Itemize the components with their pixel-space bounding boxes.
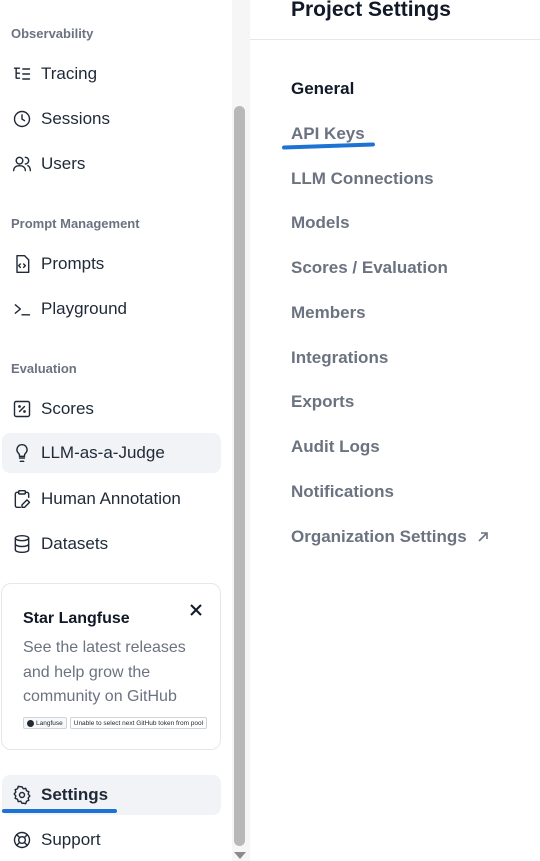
page-title: Project Settings bbox=[291, 0, 451, 21]
settings-nav-models[interactable]: Models bbox=[291, 213, 350, 233]
sidebar-item-label: Playground bbox=[41, 299, 128, 318]
sidebar-item-tracing[interactable]: Tracing bbox=[2, 54, 221, 94]
tracing-icon bbox=[11, 63, 33, 85]
terminal-icon bbox=[11, 298, 33, 320]
sidebar-item-label: Sessions bbox=[41, 109, 110, 128]
sidebar-item-human-annotation[interactable]: Human Annotation bbox=[2, 479, 221, 519]
scrollbar-thumb[interactable] bbox=[234, 106, 245, 846]
section-title-prompt-management: Prompt Management bbox=[11, 216, 140, 231]
clock-icon bbox=[11, 108, 33, 130]
star-card-description: See the latest releases and help grow th… bbox=[23, 639, 186, 705]
github-badges[interactable]: Langfuse Unable to select next GitHub to… bbox=[23, 717, 208, 729]
sidebar-item-label: Users bbox=[41, 154, 86, 173]
sidebar-item-playground[interactable]: Playground bbox=[2, 289, 221, 329]
sidebar-item-scores[interactable]: Scores bbox=[2, 389, 221, 429]
percent-square-icon bbox=[11, 398, 33, 420]
sidebar-item-sessions[interactable]: Sessions bbox=[2, 99, 221, 139]
main-content: Project Settings General API Keys LLM Co… bbox=[250, 0, 540, 861]
settings-nav-organization-settings[interactable]: Organization Settings bbox=[291, 527, 489, 547]
settings-nav-audit-logs[interactable]: Audit Logs bbox=[291, 437, 380, 457]
sidebar-item-label: Settings bbox=[41, 785, 109, 804]
page-header: Project Settings bbox=[250, 0, 540, 40]
settings-nav-general[interactable]: General bbox=[291, 79, 354, 99]
settings-nav-integrations[interactable]: Integrations bbox=[291, 348, 388, 368]
users-icon bbox=[11, 153, 33, 175]
sidebar-item-prompts[interactable]: Prompts bbox=[2, 244, 221, 284]
section-title-evaluation: Evaluation bbox=[11, 361, 77, 376]
settings-nav-members[interactable]: Members bbox=[291, 303, 366, 323]
database-icon bbox=[11, 533, 33, 555]
settings-nav-label: Organization Settings bbox=[291, 527, 467, 546]
external-link-icon bbox=[477, 531, 489, 543]
sidebar-item-support[interactable]: Support bbox=[2, 820, 221, 860]
settings-highlight-mark bbox=[2, 809, 117, 813]
github-icon bbox=[27, 719, 34, 727]
star-card-title: Star Langfuse bbox=[23, 610, 130, 627]
gear-icon bbox=[11, 784, 33, 806]
sidebar-item-label: Tracing bbox=[41, 64, 98, 83]
github-repo-label: Langfuse bbox=[36, 719, 63, 727]
settings-nav-llm-connections[interactable]: LLM Connections bbox=[291, 169, 434, 189]
settings-nav-scores-evaluation[interactable]: Scores / Evaluation bbox=[291, 258, 448, 278]
sidebar-item-label: Scores bbox=[41, 399, 94, 418]
github-status-badge: Unable to select next GitHub token from … bbox=[69, 717, 208, 729]
sidebar: Observability Tracing Sessions Users Pro… bbox=[0, 0, 232, 861]
close-button[interactable] bbox=[186, 600, 206, 620]
sidebar-item-label: Support bbox=[41, 830, 101, 849]
scroll-down-arrow-icon[interactable] bbox=[234, 852, 246, 859]
settings-nav-api-keys[interactable]: API Keys bbox=[291, 124, 365, 144]
sidebar-item-llm-as-a-judge[interactable]: LLM-as-a-Judge bbox=[2, 433, 221, 473]
sidebar-item-label: Prompts bbox=[41, 254, 105, 273]
lifebuoy-icon bbox=[11, 829, 33, 851]
settings-nav-exports[interactable]: Exports bbox=[291, 392, 354, 412]
sidebar-item-label: Human Annotation bbox=[41, 489, 181, 508]
github-repo-badge[interactable]: Langfuse bbox=[23, 717, 67, 729]
clipboard-pen-icon bbox=[11, 488, 33, 510]
lightbulb-icon bbox=[11, 442, 33, 464]
sidebar-item-label: Datasets bbox=[41, 534, 109, 553]
settings-nav-notifications[interactable]: Notifications bbox=[291, 482, 394, 502]
file-code-icon bbox=[11, 253, 33, 275]
close-icon bbox=[190, 604, 202, 616]
sidebar-item-users[interactable]: Users bbox=[2, 144, 221, 184]
sidebar-item-label: LLM-as-a-Judge bbox=[41, 443, 165, 462]
sidebar-item-datasets[interactable]: Datasets bbox=[2, 524, 221, 564]
star-langfuse-card: Star Langfuse See the latest releases an… bbox=[1, 583, 221, 750]
section-title-observability: Observability bbox=[11, 26, 94, 41]
